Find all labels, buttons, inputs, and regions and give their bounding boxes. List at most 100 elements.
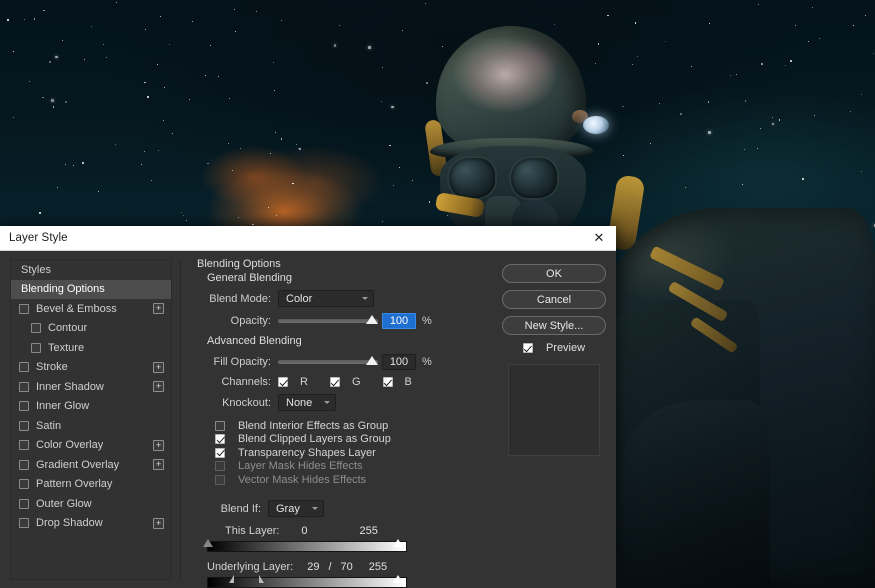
add-effect-icon[interactable] bbox=[153, 459, 164, 470]
preview-thumbnail bbox=[508, 364, 600, 456]
option-checkbox[interactable] bbox=[215, 434, 225, 444]
underlying-handle-low-b[interactable] bbox=[259, 575, 264, 583]
option-blend-interior-effects-as-group[interactable]: Blend Interior Effects as Group bbox=[215, 419, 484, 432]
figure-arm bbox=[620, 400, 770, 588]
preview-toggle[interactable]: Preview bbox=[502, 342, 606, 354]
option-checkbox[interactable] bbox=[215, 474, 225, 485]
fill-opacity-slider[interactable] bbox=[278, 356, 378, 365]
channel-checkbox-b[interactable] bbox=[382, 377, 393, 387]
close-icon[interactable]: ✕ bbox=[582, 226, 616, 251]
blend-if-label: Blend If: bbox=[220, 502, 261, 515]
channel-b[interactable]: B bbox=[382, 376, 412, 388]
dialog-titlebar: Layer Style ✕ bbox=[0, 226, 616, 251]
style-row-pattern-overlay[interactable]: Pattern Overlay bbox=[11, 475, 171, 495]
styles-list[interactable]: Styles Blending Options Bevel & Emboss Cont… bbox=[10, 259, 172, 580]
option-vector-mask-hides-effects[interactable]: Vector Mask Hides Effects bbox=[215, 473, 484, 486]
add-effect-icon[interactable] bbox=[153, 439, 164, 451]
style-checkbox[interactable] bbox=[19, 459, 29, 470]
style-row-outer-glow[interactable]: Outer Glow bbox=[11, 494, 171, 514]
style-checkbox[interactable] bbox=[19, 401, 29, 412]
this-layer-handle-low[interactable] bbox=[203, 539, 213, 547]
style-checkbox[interactable] bbox=[19, 381, 29, 392]
underlying-handle-low-a[interactable] bbox=[229, 575, 234, 583]
fill-opacity-label: Fill Opacity: bbox=[213, 356, 271, 368]
knockout-select[interactable]: None bbox=[278, 394, 336, 411]
opacity-slider-thumb[interactable] bbox=[366, 315, 378, 324]
blend-mode-select[interactable]: Color bbox=[278, 290, 374, 307]
chevron-down-icon bbox=[362, 297, 368, 300]
dialog-title: Layer Style bbox=[9, 232, 68, 244]
opacity-unit: % bbox=[422, 315, 432, 327]
opacity-input[interactable]: 100 bbox=[382, 313, 416, 329]
add-effect-icon[interactable] bbox=[153, 381, 164, 392]
option-layer-mask-hides-effects[interactable]: Layer Mask Hides Effects bbox=[215, 460, 484, 473]
this-layer-handle-high[interactable] bbox=[393, 539, 403, 547]
style-row-gradient-overlay[interactable]: Gradient Overlay bbox=[11, 455, 171, 475]
style-checkbox[interactable] bbox=[19, 498, 29, 509]
channel-checkbox-r[interactable] bbox=[278, 377, 288, 387]
ok-button[interactable]: OK bbox=[502, 264, 606, 283]
style-row-contour[interactable]: Contour bbox=[11, 319, 171, 339]
style-row-label: Styles bbox=[21, 263, 51, 276]
style-checkbox[interactable] bbox=[19, 518, 29, 529]
this-layer-ramp[interactable] bbox=[197, 539, 484, 552]
opacity-slider[interactable] bbox=[278, 315, 378, 324]
style-row-blending-options[interactable]: Blending Options bbox=[11, 279, 171, 299]
blend-if-row: Blend If: Gray bbox=[209, 500, 484, 517]
figure-headlamp bbox=[583, 116, 609, 134]
style-row-styles[interactable]: Styles bbox=[11, 260, 171, 280]
style-checkbox[interactable] bbox=[19, 362, 29, 373]
style-checkbox[interactable] bbox=[31, 342, 41, 353]
advanced-options-list: Blend Interior Effects as Group Blend Cli… bbox=[215, 419, 484, 486]
add-effect-icon[interactable] bbox=[153, 361, 164, 373]
style-row-color-overlay[interactable]: Color Overlay bbox=[11, 436, 171, 456]
style-row-label: Gradient Overlay bbox=[36, 458, 120, 471]
add-effect-icon[interactable] bbox=[153, 303, 164, 314]
style-row-bevel-emboss[interactable]: Bevel & Emboss bbox=[11, 299, 171, 319]
styles-column: Styles Blending Options Bevel & Emboss Cont… bbox=[0, 251, 180, 588]
channel-label: B bbox=[404, 376, 412, 388]
add-effect-icon[interactable] bbox=[153, 517, 164, 529]
style-checkbox[interactable] bbox=[19, 479, 29, 490]
cancel-button[interactable]: Cancel bbox=[502, 290, 606, 309]
style-row-satin[interactable]: Satin bbox=[11, 416, 171, 436]
figure-mask-lens-left bbox=[449, 158, 495, 198]
this-layer-values-row: This Layer: 0 255 bbox=[225, 525, 484, 537]
advanced-blending-heading: Advanced Blending bbox=[207, 335, 302, 347]
style-checkbox[interactable] bbox=[19, 420, 29, 431]
option-checkbox[interactable] bbox=[215, 447, 225, 458]
this-layer-label: This Layer: bbox=[225, 525, 280, 537]
underlying-handle-high[interactable] bbox=[393, 575, 403, 583]
style-checkbox[interactable] bbox=[31, 323, 41, 334]
style-row-inner-glow[interactable]: Inner Glow bbox=[11, 397, 171, 417]
underlying-layer-gradient bbox=[207, 577, 407, 588]
this-layer-low[interactable]: 0 bbox=[301, 525, 307, 537]
underlying-layer-high[interactable]: 255 bbox=[369, 561, 387, 573]
blend-if-channel-select[interactable]: Gray bbox=[268, 500, 324, 517]
underlying-layer-separator: / bbox=[328, 561, 332, 573]
opacity-row: Opacity: 100 % bbox=[197, 313, 484, 329]
channel-r[interactable]: R bbox=[278, 376, 308, 388]
underlying-layer-low-b[interactable]: 70 bbox=[341, 561, 353, 573]
underlying-layer-ramp[interactable] bbox=[197, 575, 484, 588]
this-layer-high[interactable]: 255 bbox=[360, 525, 378, 537]
channel-g[interactable]: G bbox=[329, 376, 361, 388]
style-row-drop-shadow[interactable]: Drop Shadow bbox=[11, 514, 171, 534]
style-row-stroke[interactable]: Stroke bbox=[11, 358, 171, 378]
option-checkbox[interactable] bbox=[215, 461, 225, 471]
preview-checkbox[interactable] bbox=[522, 343, 533, 353]
style-checkbox[interactable] bbox=[19, 440, 29, 451]
channel-checkbox-g[interactable] bbox=[329, 377, 340, 387]
underlying-layer-low-a[interactable]: 29 bbox=[307, 561, 319, 573]
fill-opacity-input[interactable]: 100 bbox=[382, 354, 416, 370]
new-style-button[interactable]: New Style... bbox=[502, 316, 606, 335]
style-row-texture[interactable]: Texture bbox=[11, 338, 171, 358]
style-row-inner-shadow[interactable]: Inner Shadow bbox=[11, 377, 171, 397]
option-transparency-shapes-layer[interactable]: Transparency Shapes Layer bbox=[215, 446, 484, 459]
option-blend-clipped-layers-as-group[interactable]: Blend Clipped Layers as Group bbox=[215, 433, 484, 446]
option-label: Blend Clipped Layers as Group bbox=[238, 433, 391, 445]
fill-opacity-slider-thumb[interactable] bbox=[366, 356, 378, 365]
style-row-label: Pattern Overlay bbox=[36, 478, 113, 491]
style-checkbox[interactable] bbox=[19, 303, 29, 314]
option-checkbox[interactable] bbox=[215, 420, 225, 431]
